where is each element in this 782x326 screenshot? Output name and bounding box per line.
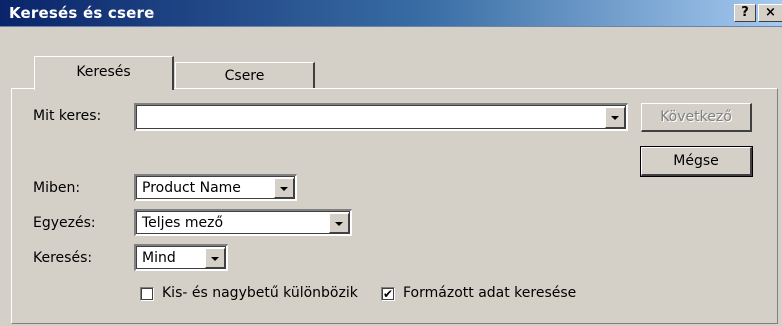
checkmark-icon: ✔ <box>382 287 394 301</box>
find-next-button[interactable]: Következő <box>641 103 752 132</box>
match-combobox[interactable]: Teljes mező <box>134 209 352 236</box>
look-in-combobox[interactable]: Product Name <box>134 174 297 201</box>
help-button[interactable]: ? <box>734 4 756 22</box>
match-label: Egyezés: <box>33 215 96 231</box>
find-what-label: Mit keres: <box>33 108 102 124</box>
title-bar: Keresés és csere ? × <box>0 0 782 27</box>
find-what-combobox[interactable] <box>134 103 628 131</box>
match-value: Teljes mező <box>142 215 224 231</box>
look-in-dropdown-arrow-icon[interactable] <box>274 178 294 198</box>
close-button[interactable]: × <box>758 4 782 22</box>
cancel-button[interactable]: Mégse <box>640 146 753 177</box>
search-direction-label: Keresés: <box>33 250 93 266</box>
tab-search[interactable]: Keresés <box>34 56 174 90</box>
window-title: Keresés és csere <box>9 4 155 22</box>
look-in-label: Miben: <box>33 180 81 196</box>
find-what-dropdown-arrow-icon[interactable] <box>605 107 625 128</box>
search-direction-value: Mind <box>142 250 176 266</box>
match-case-checkbox[interactable] <box>140 287 154 301</box>
tab-replace[interactable]: Csere <box>175 62 315 88</box>
search-formatted-checkbox[interactable]: ✔ <box>381 287 395 301</box>
search-formatted-label[interactable]: Formázott adat keresése <box>403 285 576 301</box>
search-direction-dropdown-arrow-icon[interactable] <box>205 248 225 268</box>
look-in-value: Product Name <box>142 180 241 196</box>
match-dropdown-arrow-icon[interactable] <box>329 213 349 233</box>
match-case-label[interactable]: Kis- és nagybetű különbözik <box>162 285 358 301</box>
search-direction-combobox[interactable]: Mind <box>134 244 228 271</box>
